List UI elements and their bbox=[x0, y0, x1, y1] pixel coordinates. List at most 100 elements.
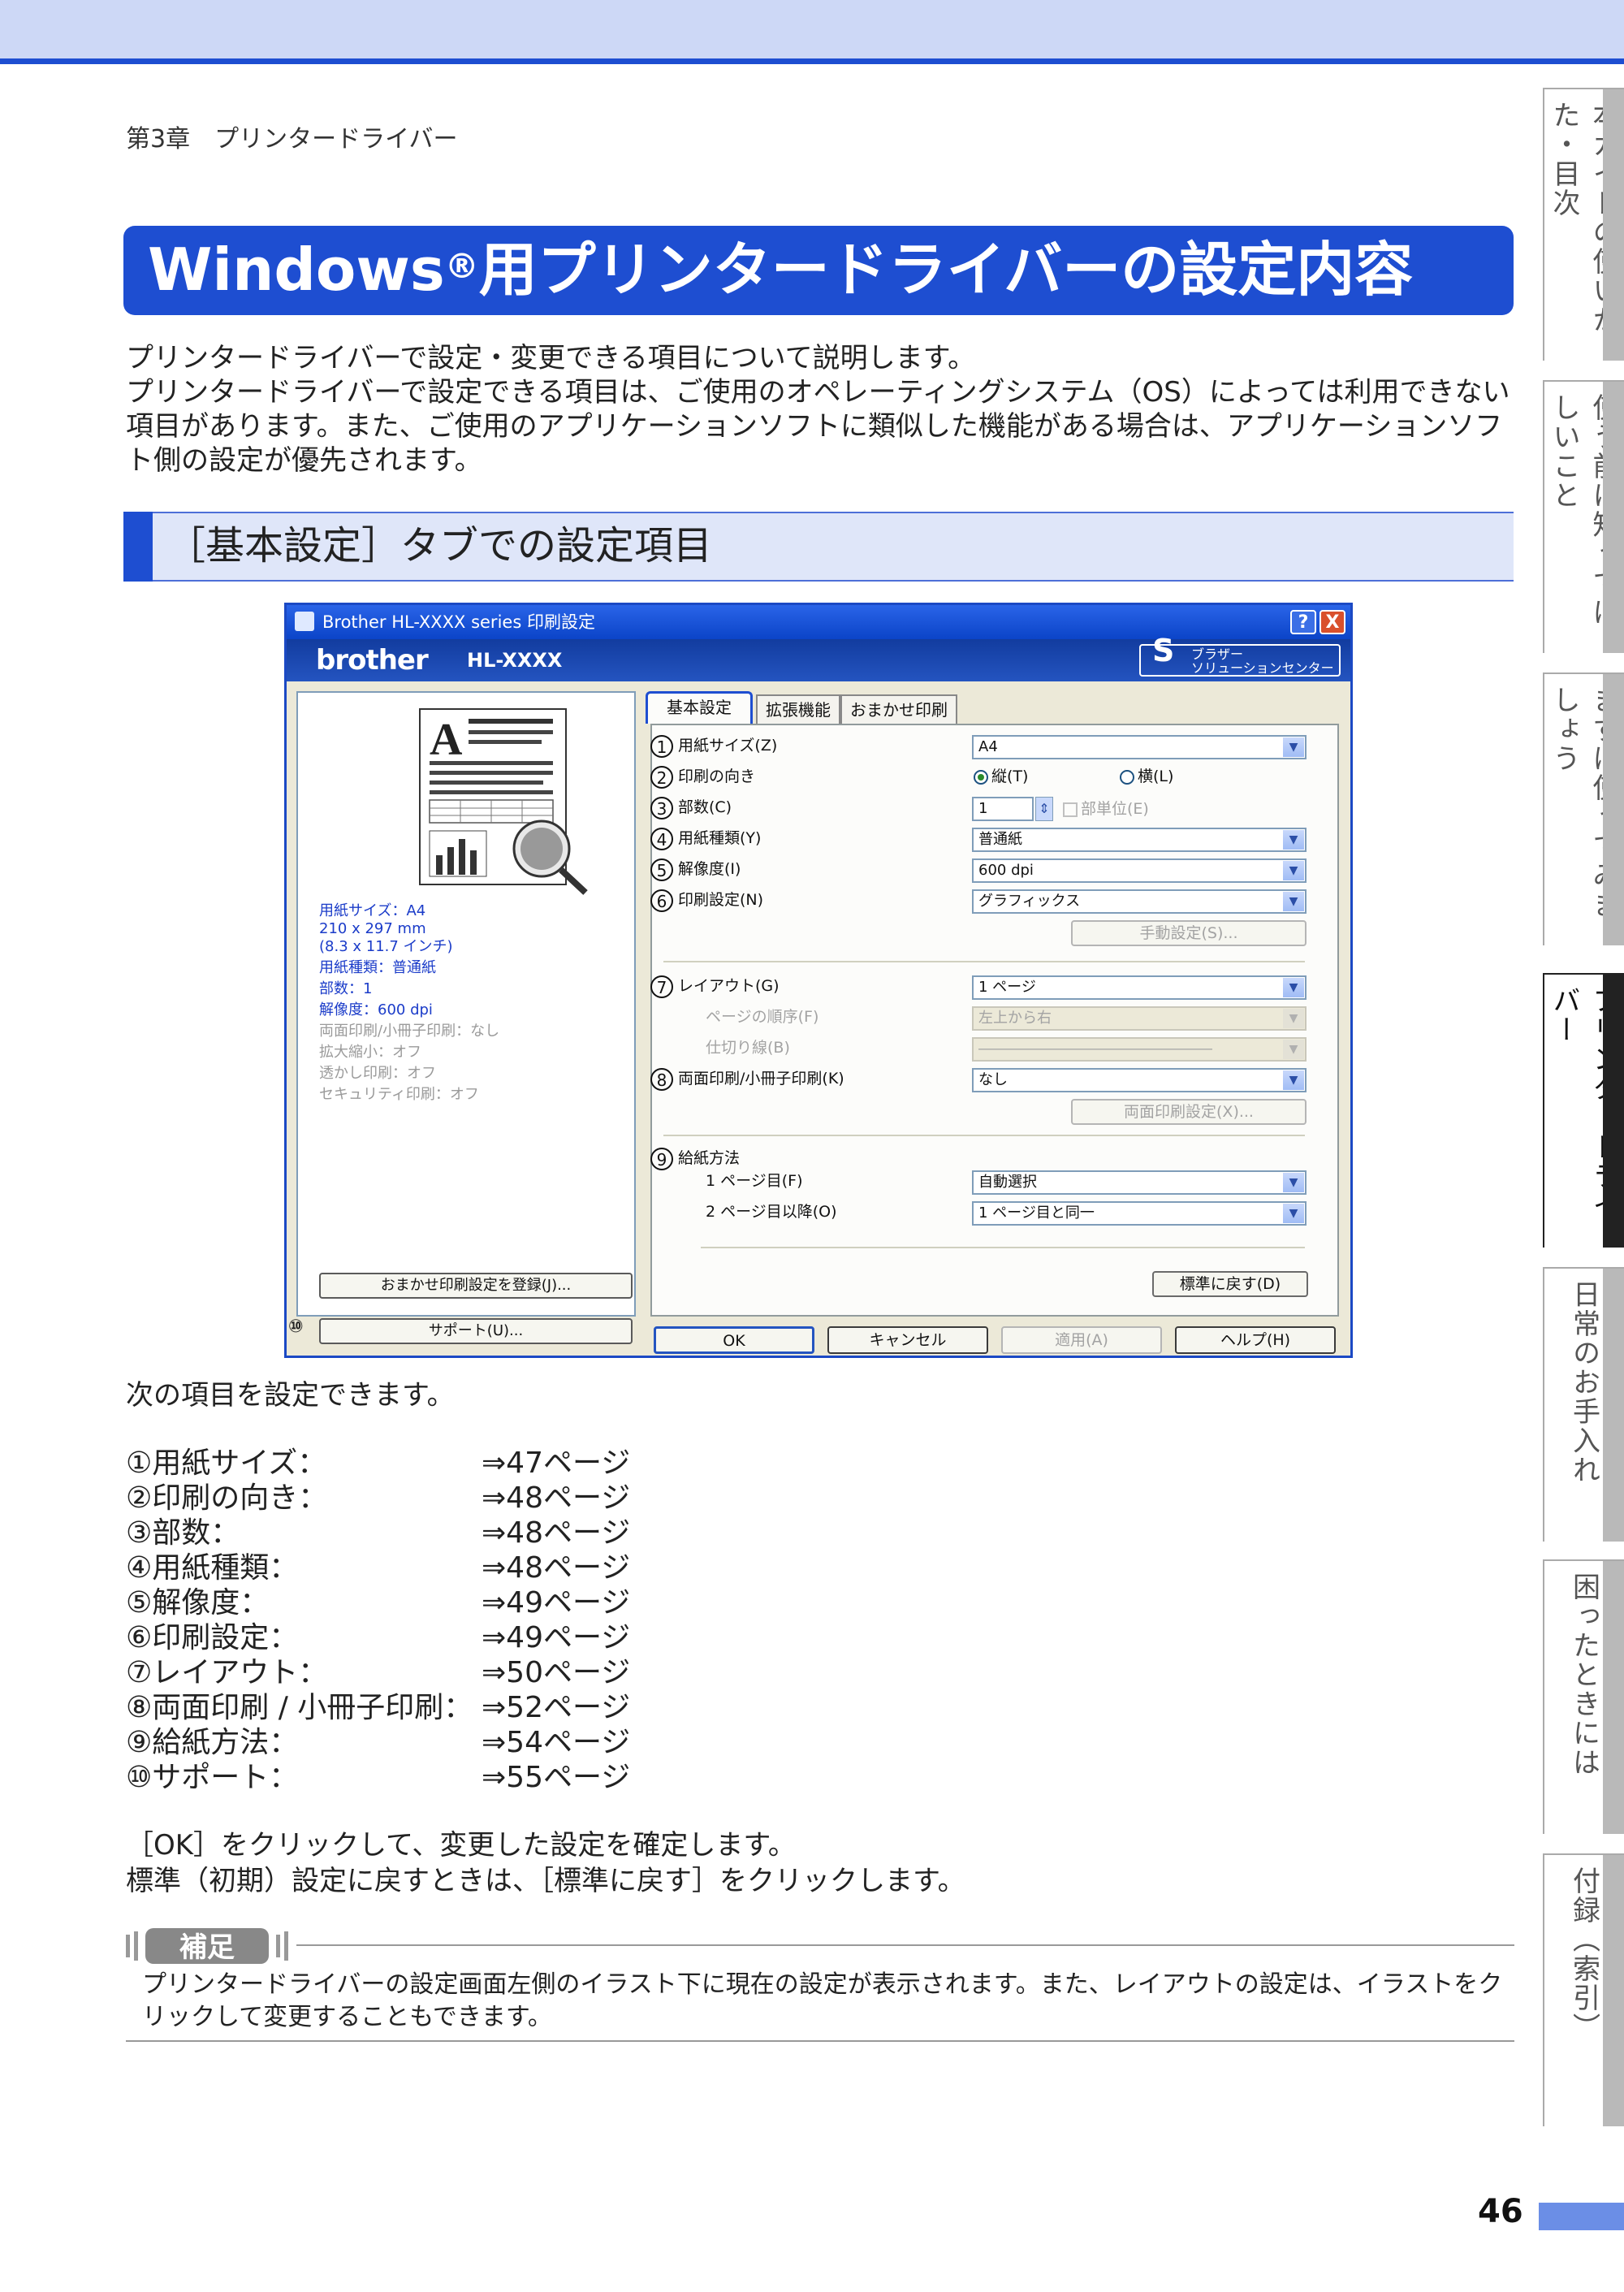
collate-label: 部単位(E) bbox=[1081, 800, 1149, 818]
help-button[interactable]: ? bbox=[1290, 610, 1316, 634]
orientation-label: 印刷の向き bbox=[678, 768, 756, 785]
header-rule bbox=[0, 58, 1624, 64]
close-button[interactable]: X bbox=[1320, 610, 1345, 634]
header-band bbox=[0, 0, 1624, 58]
page-order-select[interactable]: 左上から右 ▼ bbox=[972, 1006, 1307, 1031]
copies-stepper[interactable]: ⇕ bbox=[1035, 797, 1053, 821]
media-type-select[interactable]: 普通紙 ▼ bbox=[972, 828, 1307, 852]
setting-watermark: 透かし印刷：オフ bbox=[319, 1065, 436, 1082]
other-pages-select[interactable]: 1 ページ目と同一 ▼ bbox=[972, 1201, 1307, 1226]
list-item: ③部数： ⇒48ページ bbox=[126, 1516, 630, 1550]
copies-input[interactable]: 1 bbox=[972, 797, 1034, 821]
page-number: 46 bbox=[1478, 2193, 1523, 2230]
side-tab-label: 付録（索引） bbox=[1567, 1866, 1600, 2042]
landscape-label: 横(L) bbox=[1138, 768, 1174, 785]
callout-8: 8 bbox=[650, 1067, 673, 1091]
radio-icon bbox=[1120, 769, 1134, 785]
side-tab-try[interactable]: まずは使ってみましょう bbox=[1543, 672, 1624, 945]
restore-defaults-button[interactable]: 標準に戻す(D) bbox=[1152, 1271, 1308, 1297]
tab-advanced[interactable]: 拡張機能 bbox=[756, 694, 840, 724]
item-page-ref: ⇒54ページ bbox=[482, 1726, 631, 1759]
solutions-label-1: ブラザー bbox=[1191, 647, 1244, 662]
border-line-select[interactable]: ―――――――――――――――― ▼ bbox=[972, 1037, 1307, 1062]
first-page-value: 自動選択 bbox=[978, 1174, 1037, 1191]
register-profile-button[interactable]: おまかせ印刷設定を登録(J)... bbox=[319, 1273, 633, 1299]
apply-button[interactable]: 適用(A) bbox=[1001, 1326, 1162, 1354]
page-order-value: 左上から右 bbox=[978, 1010, 1052, 1027]
collate-checkbox[interactable]: 部単位(E) bbox=[1063, 797, 1149, 821]
layout-value: 1 ページ bbox=[978, 979, 1036, 996]
dialog-titlebar: Brother HL-XXXX series 印刷設定 ? X bbox=[287, 605, 1350, 639]
other-pages-value: 1 ページ目と同一 bbox=[978, 1204, 1095, 1222]
solutions-s-icon: S bbox=[1152, 633, 1175, 668]
duplex-settings-button[interactable]: 両面印刷設定(X)... bbox=[1071, 1099, 1307, 1125]
border-line-label: 仕切り線(B) bbox=[706, 1039, 790, 1057]
setting-media: 用紙種類：普通紙 bbox=[319, 959, 436, 976]
item-page-ref: ⇒48ページ bbox=[482, 1551, 631, 1585]
chevron-down-icon: ▼ bbox=[1283, 1070, 1304, 1090]
media-value: 普通紙 bbox=[978, 831, 1022, 848]
resolution-value: 600 dpi bbox=[978, 862, 1034, 879]
help-dialog-button[interactable]: ヘルプ(H) bbox=[1175, 1326, 1336, 1354]
layout-select[interactable]: 1 ページ ▼ bbox=[972, 975, 1307, 1000]
support-button[interactable]: サポート(U)... bbox=[319, 1318, 633, 1344]
ok-button[interactable]: OK bbox=[654, 1326, 814, 1354]
setting-secure: セキュリティ印刷：オフ bbox=[319, 1086, 479, 1103]
first-page-select[interactable]: 自動選択 ▼ bbox=[972, 1170, 1307, 1195]
other-pages-label: 2 ページ目以降(O) bbox=[706, 1203, 837, 1221]
paper-size-select[interactable]: A4 ▼ bbox=[972, 735, 1307, 759]
item-label: ⑤解像度： bbox=[126, 1586, 270, 1620]
side-tab-maintenance[interactable]: 日常のお手入れ bbox=[1543, 1267, 1624, 1542]
print-settings-dialog: Brother HL-XXXX series 印刷設定 ? X brother … bbox=[284, 603, 1353, 1358]
title-main: Windows bbox=[148, 236, 445, 304]
chevron-down-icon: ▼ bbox=[1283, 1204, 1304, 1223]
setting-paper-size: 用紙サイズ：A4 bbox=[319, 902, 426, 919]
settings-item-list: ①用紙サイズ： ⇒47ページ ②印刷の向き： ⇒48ページ ③部数： ⇒48ページ ④… bbox=[126, 1446, 630, 1795]
page-preview-illustration[interactable]: A bbox=[387, 704, 615, 901]
first-page-label: 1 ページ目(F) bbox=[706, 1172, 803, 1190]
note-badge-icon: 補足 bbox=[126, 1928, 288, 1964]
cancel-button[interactable]: キャンセル bbox=[827, 1326, 988, 1354]
note-badge-label: 補足 bbox=[179, 1931, 235, 1964]
item-page-ref: ⇒48ページ bbox=[482, 1481, 631, 1515]
side-tab-before-use[interactable]: 使う前に知ってほしいこと bbox=[1543, 380, 1624, 653]
intro-text: プリンタードライバーで設定・変更できる項目について説明します。 プリンタードライ… bbox=[126, 341, 1518, 478]
tab-basic[interactable]: 基本設定 bbox=[646, 691, 753, 724]
item-page-ref: ⇒47ページ bbox=[482, 1447, 631, 1480]
item-label: ④用紙種類： bbox=[126, 1551, 299, 1585]
chevron-down-icon: ▼ bbox=[1283, 830, 1304, 850]
manual-settings-button[interactable]: 手動設定(S)... bbox=[1071, 920, 1307, 946]
side-tab-appendix[interactable]: 付録（索引） bbox=[1543, 1853, 1624, 2126]
page-number-bar bbox=[1539, 2203, 1624, 2230]
resolution-select[interactable]: 600 dpi ▼ bbox=[972, 858, 1307, 883]
side-tab-printer-driver[interactable]: プリンタードライバー bbox=[1543, 973, 1624, 1248]
chevron-down-icon: ▼ bbox=[1283, 1040, 1304, 1059]
solutions-center-button[interactable]: S ブラザー ソリューションセンター bbox=[1139, 633, 1341, 677]
checkbox-icon bbox=[1063, 802, 1078, 817]
tab-profiles[interactable]: おまかせ印刷 bbox=[840, 694, 957, 724]
model-name: HL-XXXX bbox=[467, 649, 563, 672]
outro-text: ［OK］をクリックして、変更した設定を確定します。 標準（初期）設定に戻すときは… bbox=[126, 1827, 965, 1899]
item-page-ref: ⇒49ページ bbox=[482, 1621, 631, 1654]
print-settings-select[interactable]: グラフィックス ▼ bbox=[972, 889, 1307, 914]
resolution-label: 解像度(I) bbox=[678, 860, 741, 878]
portrait-radio[interactable]: 縦(T) bbox=[974, 764, 1028, 789]
chevron-down-icon: ▼ bbox=[1283, 892, 1304, 911]
item-label: ⑨給紙方法： bbox=[126, 1726, 299, 1759]
chevron-down-icon: ▼ bbox=[1283, 1009, 1304, 1028]
side-tab-trouble[interactable]: 困ったときには bbox=[1543, 1559, 1624, 1834]
callout-6: 6 bbox=[650, 889, 673, 912]
field-resolution-label: 5 解像度(I) bbox=[650, 857, 741, 881]
field-duplex-label: 8 両面印刷/小冊子印刷(K) bbox=[650, 1066, 844, 1091]
chevron-down-icon: ▼ bbox=[1283, 737, 1304, 757]
list-item: ⑦レイアウト： ⇒50ページ bbox=[126, 1655, 630, 1690]
basic-settings-panel: 1 用紙サイズ(Z) A4 ▼ 2 印刷の向き 縦(T) 横(L) 3 部数(C) 1 … bbox=[650, 724, 1339, 1317]
radio-selected-icon bbox=[974, 769, 988, 785]
landscape-radio[interactable]: 横(L) bbox=[1120, 764, 1173, 789]
duplex-select[interactable]: なし ▼ bbox=[972, 1068, 1307, 1092]
chevron-down-icon: ▼ bbox=[1283, 978, 1304, 997]
items-intro: 次の項目を設定できます。 bbox=[126, 1379, 455, 1412]
item-page-ref: ⇒49ページ bbox=[482, 1586, 631, 1620]
side-tab-guide[interactable]: 本ガイドの使いかた・目次 bbox=[1543, 88, 1624, 361]
field-media-label: 4 用紙種類(Y) bbox=[650, 826, 761, 850]
